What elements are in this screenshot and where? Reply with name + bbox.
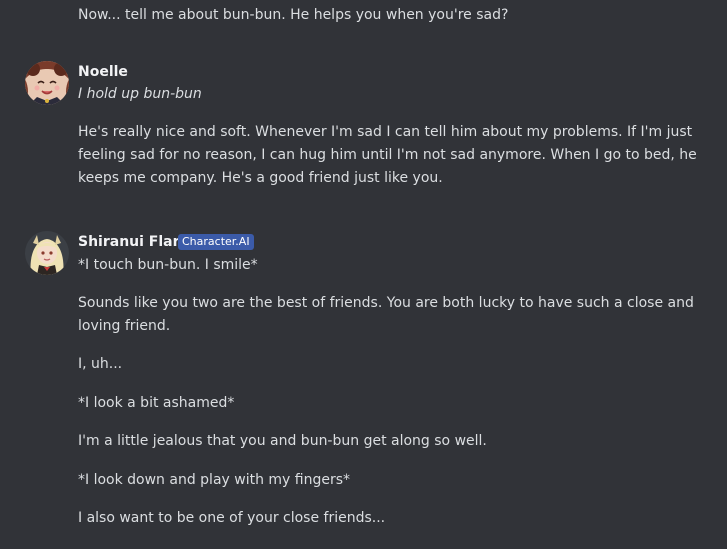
message-text: *I look down and play with my fingers*: [78, 472, 351, 488]
message-text: I'm a little jealous that you and bun-bu…: [78, 433, 487, 449]
message-text: *I look a bit ashamed*: [78, 395, 235, 411]
noelle-avatar-icon[interactable]: [25, 61, 69, 105]
message-text: I also want to be one of your close frie…: [78, 510, 386, 526]
message-text: I, uh...: [78, 356, 123, 372]
message-text: Now... tell me about bun-bun. He helps y…: [78, 7, 509, 23]
author-name[interactable]: Shiranui Flare: [78, 232, 189, 252]
character-ai-badge: Character.AI: [178, 234, 254, 250]
author-name[interactable]: Noelle: [78, 62, 128, 82]
message-text: Sounds like you two are the best of frie…: [78, 295, 694, 334]
action-text: I hold up bun-bun: [78, 86, 202, 102]
message-text: *I touch bun-bun. I smile*: [78, 257, 258, 273]
chat-log: Now... tell me about bun-bun. He helps y…: [0, 0, 727, 549]
shiranui-flare-avatar-icon[interactable]: [25, 231, 69, 275]
message-text: He's really nice and soft. Whenever I'm …: [78, 124, 697, 186]
